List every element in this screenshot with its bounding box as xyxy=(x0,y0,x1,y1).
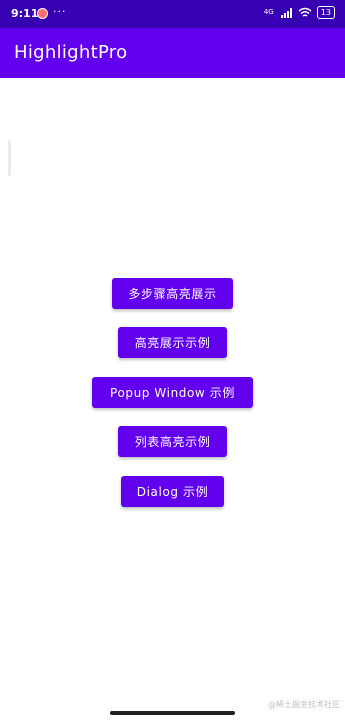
edge-handle xyxy=(8,140,11,176)
wifi-icon xyxy=(298,7,312,17)
battery-icon: 13 xyxy=(316,6,335,19)
dialog-example-button[interactable]: Dialog 示例 xyxy=(121,476,224,507)
list-highlight-example-button[interactable]: 列表高亮示例 xyxy=(118,426,227,457)
app-title: HighlightPro xyxy=(14,42,128,63)
status-time: 9:11 xyxy=(11,7,39,20)
app-bar: HighlightPro xyxy=(0,28,345,78)
status-bar: 9:11 ··· 4G 13 xyxy=(0,0,345,28)
highlight-example-button[interactable]: 高亮展示示例 xyxy=(118,327,227,358)
signal-icon: 4G xyxy=(263,8,274,16)
signal-bars-icon xyxy=(280,7,292,18)
notification-icon xyxy=(37,8,48,19)
status-icons: 4G 13 xyxy=(264,6,335,19)
home-indicator[interactable] xyxy=(110,711,235,715)
watermark: @稀土掘金技术社区 xyxy=(268,700,340,709)
popup-window-example-button[interactable]: Popup Window 示例 xyxy=(92,377,253,408)
multi-step-highlight-button[interactable]: 多步骤高亮展示 xyxy=(112,278,233,309)
more-notifications-icon: ··· xyxy=(53,5,67,18)
